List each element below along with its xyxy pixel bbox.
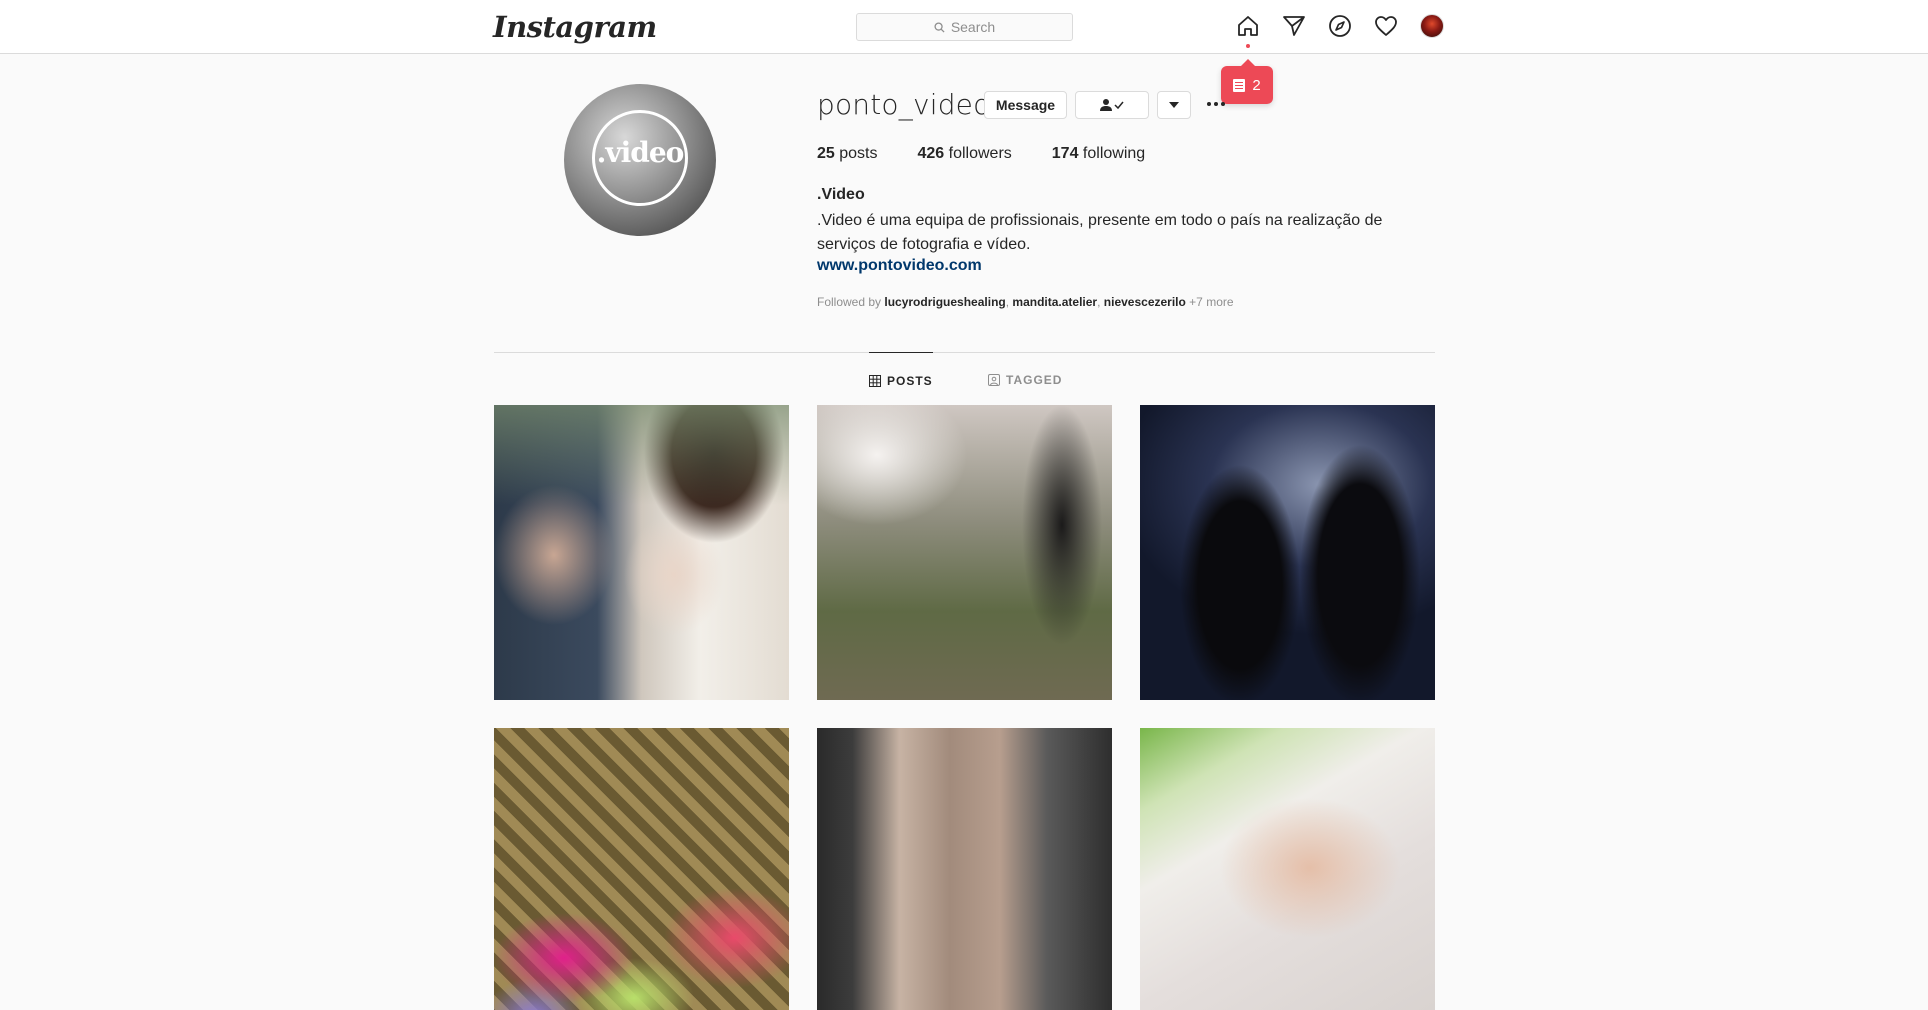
followed-by-more[interactable]: +7 more [1186,295,1233,309]
profile-picture[interactable]: .video [564,84,716,236]
tabs-divider [494,352,1435,353]
followed-by[interactable]: Followed by lucyrodrigueshealing, mandit… [817,295,1234,309]
profile-website-link[interactable]: www.pontovideo.com [817,257,982,275]
explore-icon[interactable] [1328,14,1352,38]
tab-tagged[interactable]: TAGGED [988,352,1062,404]
post-thumbnail[interactable] [1140,728,1435,1010]
direct-icon[interactable] [1282,14,1306,38]
posts-count: 25 posts [817,145,878,162]
following-button[interactable] [1075,91,1149,119]
dot [1221,102,1225,106]
search-placeholder: Search [950,19,996,35]
comment-icon [1233,78,1246,92]
profile-picture-logo: .video [596,136,685,169]
notification-count: 2 [1252,76,1261,94]
dot [1214,102,1218,106]
search-icon [934,21,945,33]
instagram-logo[interactable]: Instagram [493,10,657,44]
person-check-icon [1100,99,1124,111]
home-icon[interactable] [1236,14,1260,48]
suggested-dropdown-button[interactable] [1157,91,1191,119]
follower-name[interactable]: lucyrodrigueshealing [884,295,1005,309]
avatar [1420,14,1444,38]
more-options-button[interactable] [1204,96,1228,112]
profile-username: ponto_video [817,88,991,121]
home-active-dot [1246,44,1250,48]
tagged-user-icon [988,374,1000,386]
following-link[interactable]: 174 following [1052,145,1145,163]
followers-link[interactable]: 426 followers [917,145,1011,163]
grid-icon [869,374,881,387]
activity-notification-badge[interactable]: 2 [1221,59,1273,104]
post-thumbnail[interactable] [817,405,1112,700]
search-input[interactable]: Search [856,13,1073,41]
top-navigation: Instagram Search [0,0,1928,54]
post-thumbnail[interactable] [494,728,789,1010]
message-button[interactable]: Message [984,91,1067,119]
nav-icons [1236,14,1444,48]
profile-full-name: .Video [817,186,865,203]
follower-name[interactable]: nievescezerilo [1104,295,1186,309]
post-thumbnail[interactable] [1140,405,1435,700]
dot [1207,102,1211,106]
profile-bio: .Video é uma equipa de profissionais, pr… [817,212,1383,253]
post-thumbnail[interactable] [494,405,789,700]
activity-heart-icon[interactable] [1374,14,1398,38]
follower-name[interactable]: mandita.atelier [1012,295,1097,309]
post-thumbnail[interactable] [817,728,1112,1010]
tab-posts[interactable]: POSTS [869,352,933,404]
profile-stats: 25 posts 426 followers 174 following [817,145,1185,163]
chevron-down-icon [1169,102,1179,108]
profile-avatar[interactable] [1420,14,1444,38]
